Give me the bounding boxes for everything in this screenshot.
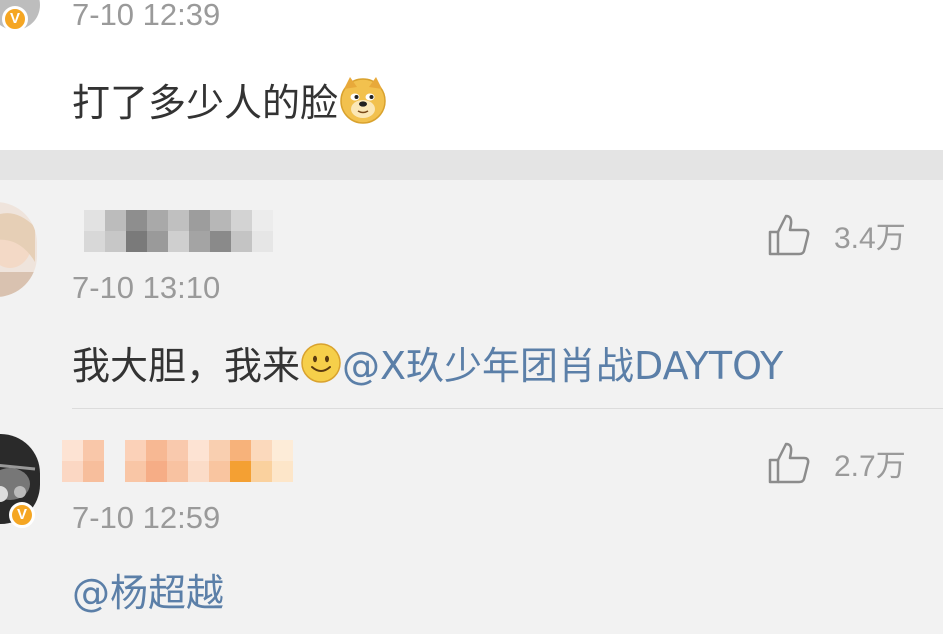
thumbs-up-icon (768, 214, 810, 256)
like-count: 3.4万 (834, 222, 906, 255)
verified-badge-icon: V (9, 502, 35, 528)
verified-badge-label: V (9, 10, 20, 27)
username-blurred[interactable] (62, 440, 293, 482)
comment-text: 我大胆，我来 (72, 344, 301, 388)
post-content: 打了多少人的脸 (72, 72, 388, 127)
doge-emoji (340, 76, 386, 124)
smile-emoji (301, 342, 341, 383)
comment-timestamp: 7-10 12:59 (72, 500, 221, 535)
post-text: 打了多少人的脸 (72, 81, 339, 125)
post-timestamp: 7-10 12:39 (72, 0, 221, 32)
comment-content: @杨超越 (72, 562, 224, 617)
like-button[interactable]: 2.7万 (766, 440, 906, 486)
username-blurred[interactable] (84, 210, 273, 252)
section-divider (0, 150, 943, 180)
comment-timestamp: 7-10 13:10 (72, 270, 221, 305)
top-post: V 7-10 12:39 打了多少人的脸 (0, 0, 943, 150)
verified-badge-icon: V (2, 6, 28, 32)
mention-link[interactable]: @X玖少年团肖战DAYTOY (342, 335, 783, 390)
comment-divider (72, 408, 943, 409)
like-count: 2.7万 (834, 450, 906, 483)
thumbs-up-icon (768, 442, 810, 484)
comment-content: 我大胆，我来 @X玖少年团肖战DAYTOY (72, 335, 783, 390)
mention-link[interactable]: @杨超越 (72, 562, 224, 617)
like-button[interactable]: 3.4万 (766, 212, 906, 258)
verified-badge-label: V (16, 506, 27, 523)
